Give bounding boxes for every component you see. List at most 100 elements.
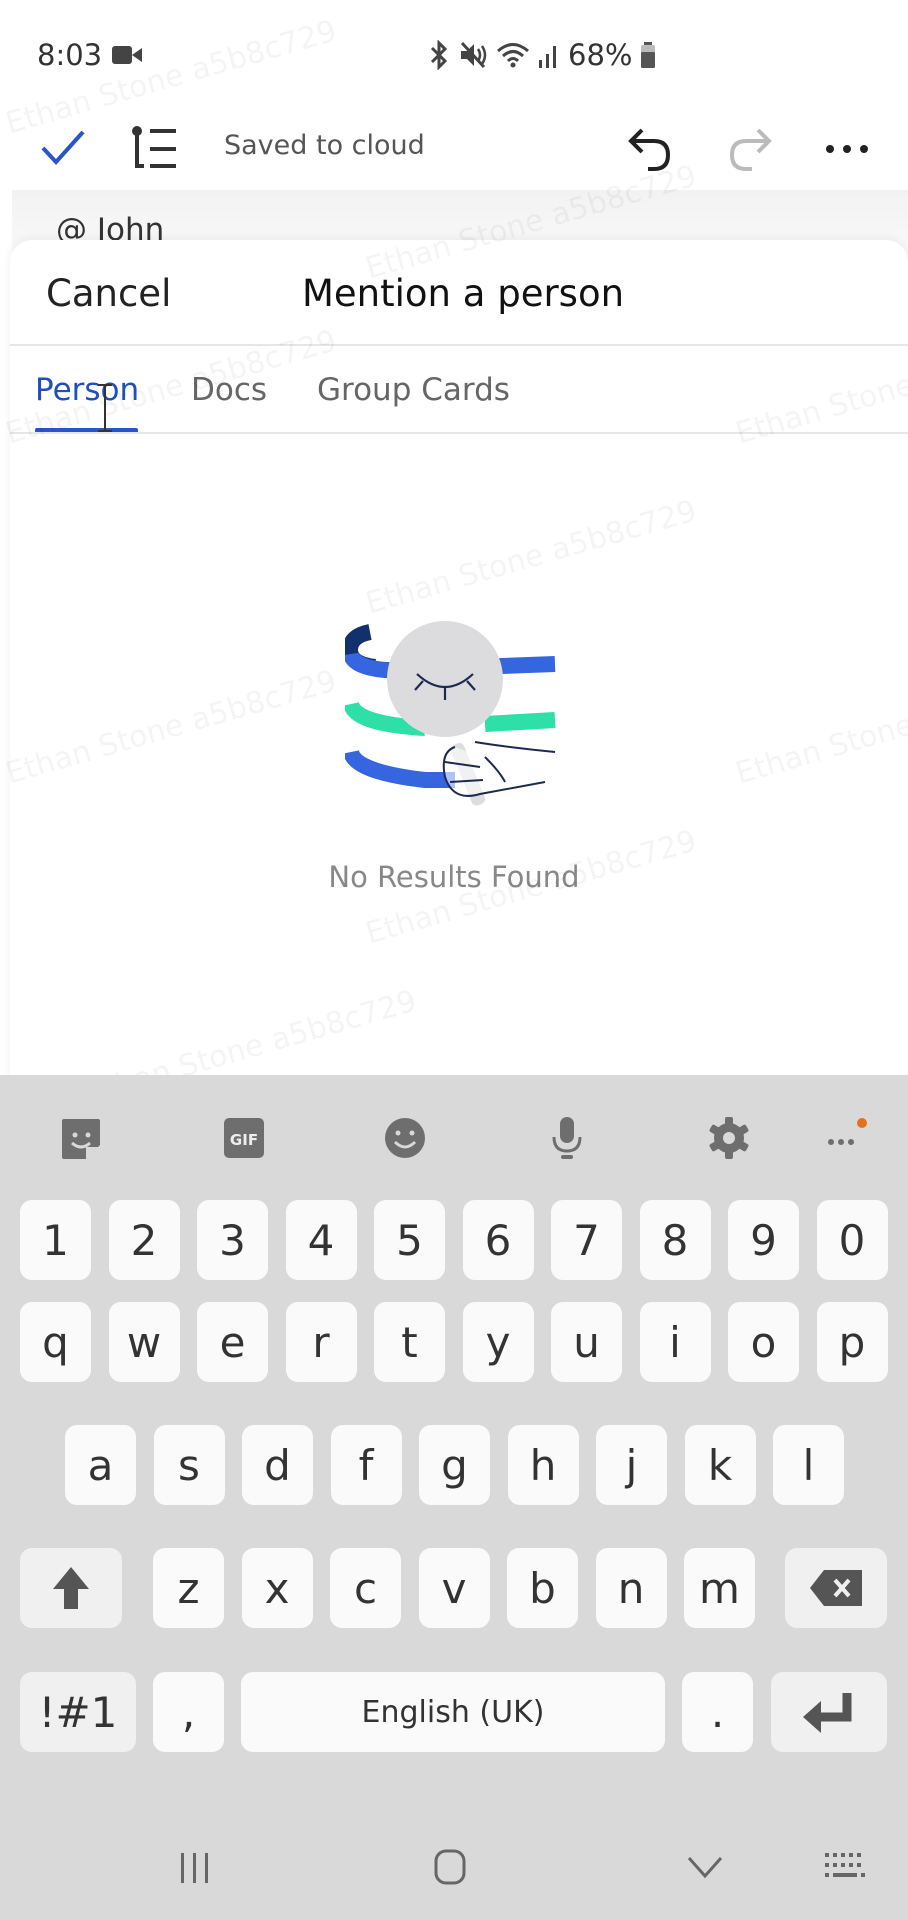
period-key[interactable]: . — [682, 1672, 753, 1752]
text-cursor-icon — [98, 384, 112, 432]
key-t[interactable]: t — [374, 1302, 445, 1382]
tab-group-cards[interactable]: Group Cards — [317, 372, 510, 408]
hide-keyboard-icon — [687, 1857, 723, 1879]
key-label: u — [573, 1317, 600, 1367]
key-label: 2 — [130, 1215, 158, 1265]
key-h[interactable]: h — [507, 1425, 579, 1505]
recent-apps-button[interactable] — [165, 1840, 225, 1894]
key-label: 6 — [484, 1215, 512, 1265]
key-5[interactable]: 5 — [374, 1200, 445, 1280]
key-x[interactable]: x — [241, 1548, 313, 1628]
key-i[interactable]: i — [639, 1302, 711, 1382]
key-4[interactable]: 4 — [285, 1200, 357, 1280]
key-w[interactable]: w — [108, 1302, 180, 1382]
key-1[interactable]: 1 — [20, 1200, 91, 1280]
check-icon[interactable] — [40, 126, 86, 170]
battery-icon — [641, 42, 656, 68]
backspace-key[interactable] — [785, 1548, 887, 1628]
settings-icon[interactable] — [706, 1115, 752, 1161]
tabs-divider — [10, 432, 908, 434]
key-l[interactable]: l — [773, 1425, 844, 1505]
backspace-icon — [810, 1570, 862, 1606]
microphone-icon[interactable] — [544, 1115, 590, 1161]
key-8[interactable]: 8 — [639, 1200, 711, 1280]
key-r[interactable]: r — [285, 1302, 357, 1382]
space-key[interactable]: English (UK) — [241, 1672, 665, 1752]
bluetooth-icon — [430, 40, 448, 70]
key-label: 9 — [750, 1215, 777, 1265]
key-q[interactable]: q — [20, 1302, 91, 1382]
key-label: h — [529, 1440, 557, 1490]
emoji-icon[interactable] — [382, 1115, 428, 1161]
key-e[interactable]: e — [197, 1302, 268, 1382]
key-label: z — [177, 1563, 200, 1613]
keyboard-switch-button[interactable] — [815, 1840, 875, 1894]
video-recording-icon — [112, 46, 142, 64]
key-j[interactable]: j — [596, 1425, 667, 1505]
key-label: o — [750, 1317, 777, 1367]
undo-icon[interactable] — [626, 124, 676, 174]
key-label: v — [441, 1563, 467, 1613]
cancel-button[interactable]: Cancel — [46, 272, 171, 315]
key-label: 4 — [307, 1215, 335, 1265]
key-0[interactable]: 0 — [816, 1200, 888, 1280]
home-icon — [434, 1849, 466, 1885]
status-time: 8:03 — [37, 38, 103, 72]
key-label: j — [625, 1440, 638, 1490]
key-m[interactable]: m — [684, 1548, 755, 1628]
more-icon[interactable] — [822, 1115, 868, 1161]
key-label: l — [802, 1440, 815, 1490]
key-c[interactable]: c — [330, 1548, 401, 1628]
key-label: y — [485, 1317, 511, 1367]
key-9[interactable]: 9 — [728, 1200, 799, 1280]
key-3[interactable]: 3 — [197, 1200, 268, 1280]
key-p[interactable]: p — [816, 1302, 888, 1382]
tab-docs[interactable]: Docs — [191, 372, 267, 408]
key-u[interactable]: u — [551, 1302, 622, 1382]
key-z[interactable]: z — [153, 1548, 224, 1628]
recent-apps-icon — [181, 1853, 208, 1883]
shift-key[interactable] — [20, 1548, 122, 1628]
key-k[interactable]: k — [684, 1425, 756, 1505]
sticker-icon[interactable] — [58, 1115, 104, 1161]
key-d[interactable]: d — [242, 1425, 313, 1505]
more-icon[interactable] — [822, 134, 872, 164]
key-label: m — [699, 1563, 740, 1613]
key-label: i — [669, 1317, 681, 1367]
tab-person[interactable]: Person — [35, 372, 139, 408]
key-7[interactable]: 7 — [551, 1200, 622, 1280]
key-g[interactable]: g — [419, 1425, 490, 1505]
header-divider — [10, 344, 908, 346]
symbols-key[interactable]: !#1 — [20, 1672, 136, 1752]
key-y[interactable]: y — [462, 1302, 534, 1382]
key-label: 1 — [42, 1215, 69, 1265]
gif-icon[interactable]: GIF — [221, 1115, 267, 1161]
key-o[interactable]: o — [728, 1302, 799, 1382]
key-label: d — [264, 1440, 291, 1490]
key-label: g — [441, 1440, 468, 1490]
redo-icon[interactable] — [724, 124, 774, 174]
key-label: b — [529, 1563, 556, 1613]
enter-key[interactable] — [771, 1672, 887, 1752]
symbols-key-label: !#1 — [38, 1687, 118, 1737]
hide-keyboard-button[interactable] — [675, 1840, 735, 1894]
outline-icon[interactable] — [130, 124, 180, 174]
save-status: Saved to cloud — [224, 130, 425, 161]
space-key-label: English (UK) — [361, 1694, 545, 1730]
key-b[interactable]: b — [507, 1548, 578, 1628]
gif-label: GIF — [230, 1131, 258, 1149]
key-label: x — [264, 1563, 290, 1613]
key-n[interactable]: n — [595, 1548, 667, 1628]
key-f[interactable]: f — [330, 1425, 402, 1505]
comma-key-label: , — [181, 1687, 196, 1737]
comma-key[interactable]: , — [153, 1672, 224, 1752]
period-key-label: . — [710, 1687, 725, 1737]
home-button[interactable] — [420, 1840, 480, 1894]
key-label: 5 — [396, 1215, 423, 1265]
key-v[interactable]: v — [418, 1548, 490, 1628]
battery-percent: 68% — [568, 38, 633, 72]
key-2[interactable]: 2 — [108, 1200, 180, 1280]
key-s[interactable]: s — [153, 1425, 225, 1505]
key-6[interactable]: 6 — [462, 1200, 534, 1280]
key-a[interactable]: a — [65, 1425, 136, 1505]
